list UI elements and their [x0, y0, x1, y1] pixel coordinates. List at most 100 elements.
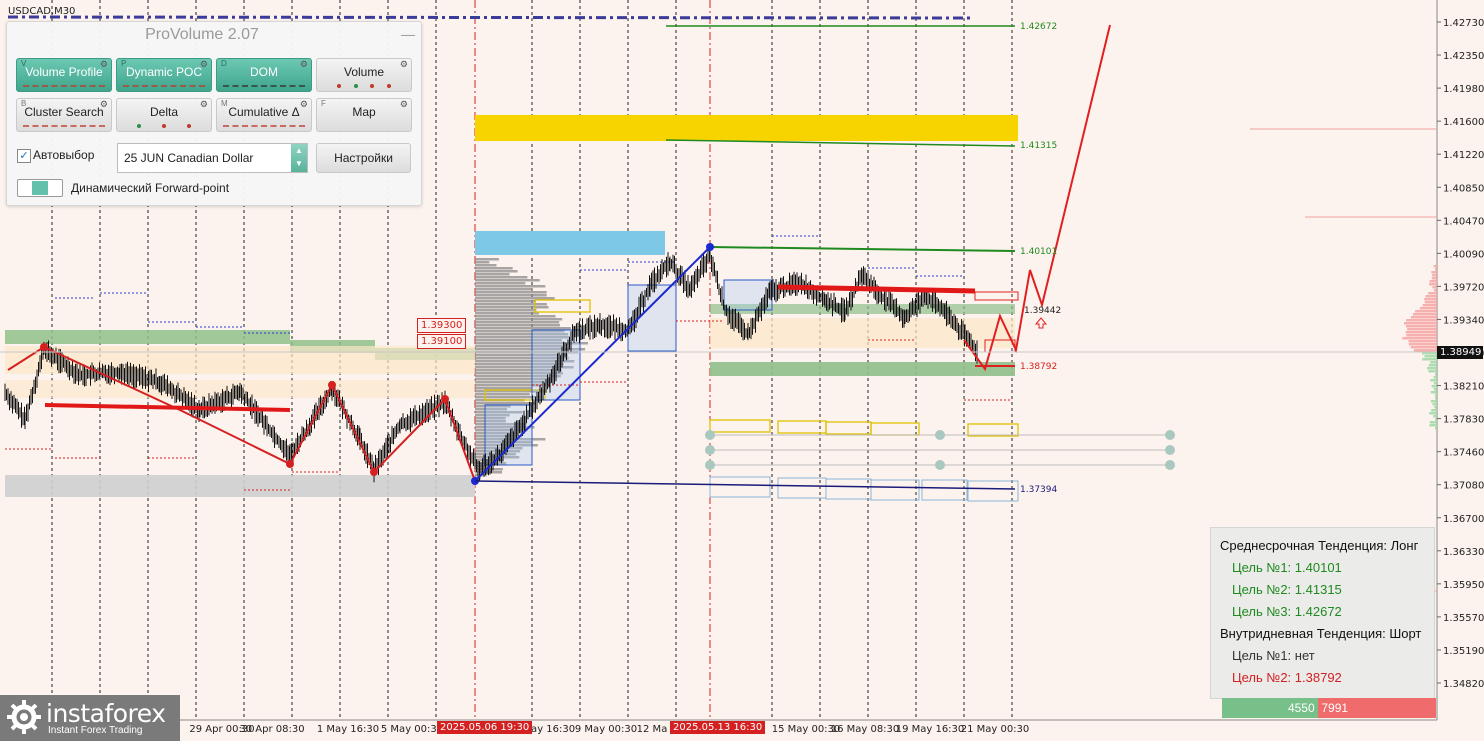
volume-button[interactable]: ⚙ Volume — [316, 58, 412, 92]
buy-volume: 4550 — [1222, 698, 1318, 718]
price-tag-1: 1.39300 — [417, 318, 467, 333]
button-label: Volume Profile — [25, 65, 103, 79]
price-tick-label: 1.41600 — [1443, 117, 1484, 128]
color-dots — [137, 124, 191, 129]
level-label-1: 1.42672 — [1020, 22, 1057, 32]
up-arrow-icon — [1034, 317, 1048, 329]
price-tick-label: 1.42730 — [1443, 18, 1484, 29]
event-date-2: 2025.05.13 16:30 — [670, 721, 766, 734]
button-label: DOM — [250, 65, 278, 79]
intraday-target-2: Цель №2: 1.38792 — [1232, 670, 1342, 685]
button-label: Cumulative Δ — [228, 105, 300, 119]
button-label: Delta — [149, 105, 178, 119]
instaforex-logo[interactable]: instaforex Instant Forex Trading — [0, 695, 180, 741]
date-tick-label: 21 May 00:30 — [961, 724, 1030, 735]
level-label-2: 1.41315 — [1020, 141, 1057, 151]
logo-name: instaforex — [46, 699, 166, 728]
provolume-panel[interactable]: ProVolume 2.07 — V ⚙ Volume Profile P ⚙ … — [6, 21, 422, 206]
map-button[interactable]: F ⚙ Map — [316, 98, 412, 132]
logo-icon — [7, 700, 41, 734]
delta-button[interactable]: ⚙ Delta — [116, 98, 212, 132]
date-tick-label: 1 May 16:30 — [317, 724, 379, 735]
instrument-select[interactable]: 25 JUN Canadian Dollar — [117, 143, 308, 173]
price-tick-label: 1.41220 — [1443, 150, 1484, 161]
level-line-3 — [709, 246, 1016, 252]
price-tick-label: 1.39720 — [1443, 282, 1484, 293]
level-label-3: 1.40101 — [1020, 247, 1057, 257]
button-label: Volume — [343, 65, 385, 79]
date-tick-label: 9 May 00:30 — [575, 724, 637, 735]
price-tick-label: 1.37080 — [1443, 481, 1484, 492]
price-tick-label: 1.35570 — [1443, 613, 1484, 624]
panel-title: ProVolume 2.07 — [145, 26, 259, 43]
cumulative-delta-button[interactable]: M ⚙ Cumulative Δ — [216, 98, 312, 132]
level-label-5: 1.38792 — [1020, 362, 1057, 372]
trend-info-box: Среднесрочная Тенденция: Лонг Цель №1: 1… — [1210, 527, 1435, 699]
minimize-button[interactable]: — — [401, 27, 415, 41]
toggle-knob — [32, 181, 48, 195]
mid-trend-title: Среднесрочная Тенденция: Лонг — [1220, 538, 1419, 553]
logo-tagline: Instant Forex Trading — [48, 725, 143, 736]
dom-button[interactable]: D ⚙ DOM — [216, 58, 312, 92]
forward-point-toggle[interactable] — [17, 179, 63, 197]
top-range-line — [7, 15, 971, 20]
market-profile-right — [1402, 265, 1438, 430]
intraday-trend-title: Внутридневная Тенденция: Шорт — [1220, 626, 1422, 641]
price-tick-label: 1.40850 — [1443, 183, 1484, 194]
chevron-down-icon[interactable]: ▼ — [295, 159, 303, 168]
resistance-zone — [475, 115, 1018, 141]
forecast-path — [963, 24, 1111, 372]
event-date-1: 2025.05.06 19:30 — [437, 721, 533, 734]
support-line — [474, 480, 1016, 490]
date-tick-label: 16 May 08:30 — [831, 724, 900, 735]
time-axis[interactable]: 29 Apr 00:3030 Apr 08:30 1 May 16:30 5 May… — [189, 724, 1029, 735]
price-tick-label: 1.38210 — [1443, 382, 1484, 393]
line-style-indicator — [23, 85, 105, 87]
line-style-indicator — [123, 85, 205, 87]
button-label: Dynamic POC — [125, 65, 202, 79]
price-tick-label: 1.37460 — [1443, 448, 1484, 459]
settings-button[interactable]: Настройки — [316, 143, 411, 173]
level-label-4: 1.39442 — [1024, 306, 1061, 316]
chevron-up-icon[interactable]: ▲ — [295, 146, 303, 155]
button-label: Map — [352, 105, 376, 119]
intraday-target-1: Цель №1: нет — [1232, 648, 1315, 663]
auto-select-label: Автовыбор — [33, 148, 95, 162]
date-tick-label: 5 May 00:30 — [381, 724, 443, 735]
sell-volume: 7991 — [1318, 698, 1436, 718]
cluster-search-button[interactable]: B ⚙ Cluster Search — [16, 98, 112, 132]
sell-volume-value: 7991 — [1321, 701, 1349, 715]
button-label: Cluster Search — [24, 105, 104, 119]
forward-point-label: Динамический Forward-point — [71, 181, 230, 195]
symbol-label: USDCAD,M30 — [8, 6, 76, 17]
current-price-tag: 1.38949 — [1437, 346, 1483, 359]
dynamic-poc-button[interactable]: P ⚙ Dynamic POC — [116, 58, 212, 92]
mid-target-3: Цель №3: 1.42672 — [1232, 604, 1342, 619]
price-tick-label: 1.40090 — [1443, 249, 1484, 260]
price-tick-label: 1.41980 — [1443, 84, 1484, 95]
line-style-indicator — [23, 125, 105, 127]
mid-target-1: Цель №1: 1.40101 — [1232, 560, 1342, 575]
right-profile-lines — [1215, 128, 1437, 592]
price-tick-label: 1.34820 — [1443, 679, 1484, 690]
level-label-6: 1.37394 — [1020, 485, 1057, 495]
instrument-spinner[interactable]: ▲ ▼ — [291, 144, 307, 172]
price-tick-label: 1.36330 — [1443, 547, 1484, 558]
volume-profile-button[interactable]: V ⚙ Volume Profile — [16, 58, 112, 92]
price-tag-2: 1.39100 — [417, 334, 467, 349]
auto-select-checkbox[interactable]: ✓ — [17, 149, 31, 163]
date-tick-label: 12 Ma — [637, 724, 668, 735]
supply-zone — [475, 231, 665, 255]
price-tick-label: 1.36700 — [1443, 514, 1484, 525]
price-tick-label: 1.42350 — [1443, 51, 1484, 62]
price-tick-label: 1.40470 — [1443, 216, 1484, 227]
price-tick-label: 1.35950 — [1443, 580, 1484, 591]
line-style-indicator — [223, 125, 305, 127]
price-tick-label: 1.39340 — [1443, 315, 1484, 326]
volume-balance-bar: 4550 7991 — [1222, 698, 1436, 718]
line-style-indicator — [223, 85, 305, 87]
price-tick-label: 1.37830 — [1443, 415, 1484, 426]
date-tick-label: 30 Apr 08:30 — [239, 724, 304, 735]
date-tick-label: 19 May 16:30 — [896, 724, 965, 735]
color-dots — [337, 84, 391, 89]
